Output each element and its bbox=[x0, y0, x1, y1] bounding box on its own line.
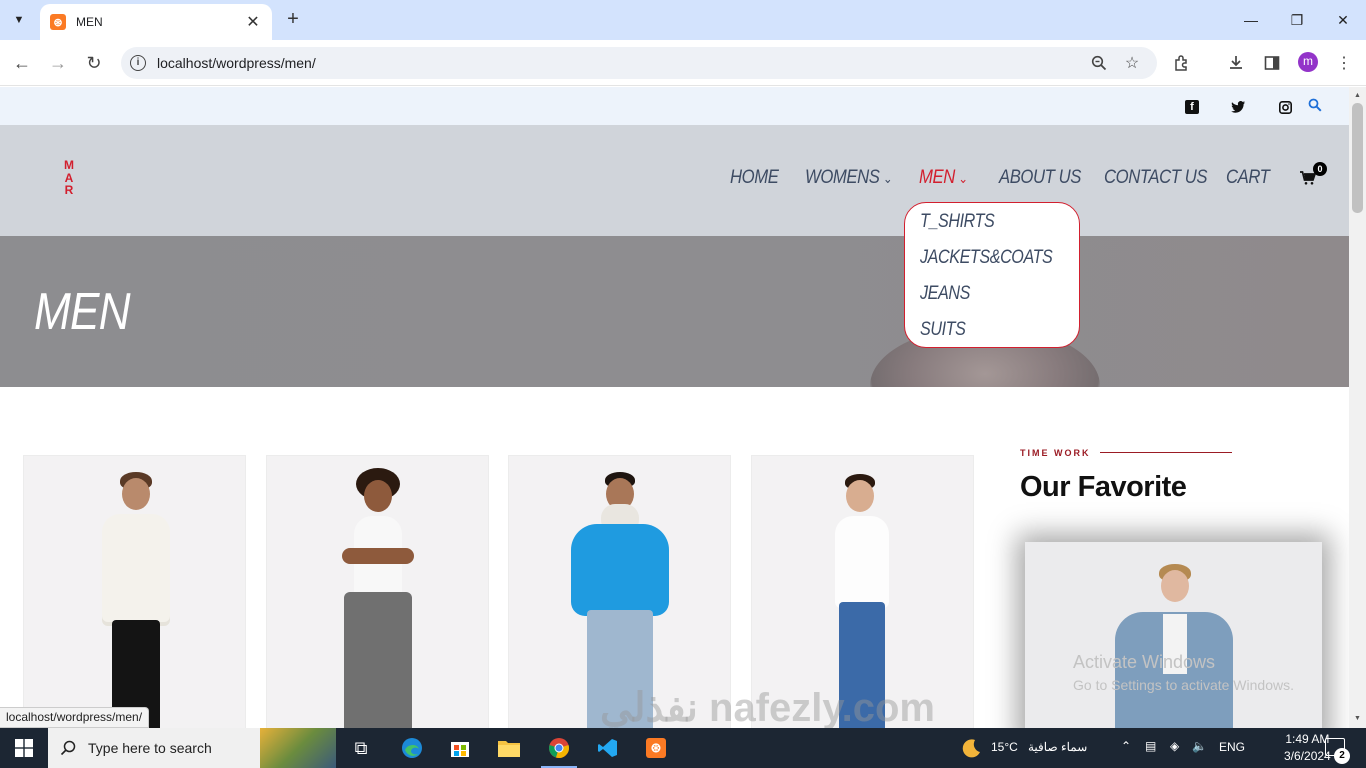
address-url[interactable]: localhost/wordpress/men/ bbox=[157, 55, 316, 71]
side-panel-icon[interactable] bbox=[1261, 52, 1283, 74]
scroll-down-arrow-icon[interactable]: ▼ bbox=[1349, 712, 1366, 726]
xampp-icon[interactable]: ⊛ bbox=[642, 734, 670, 762]
vscode-icon[interactable] bbox=[594, 734, 622, 762]
product-card[interactable] bbox=[23, 455, 246, 728]
page-title: MEN bbox=[34, 283, 131, 341]
new-tab-button[interactable]: + bbox=[282, 8, 304, 30]
logo-letter: M bbox=[64, 158, 74, 172]
clock-date: 3/6/2024 bbox=[1284, 749, 1331, 763]
page-scrollbar[interactable]: ▲ ▼ bbox=[1349, 87, 1366, 728]
minimize-button[interactable]: — bbox=[1228, 0, 1274, 40]
instagram-icon[interactable] bbox=[1278, 100, 1292, 114]
bookmark-star-icon[interactable]: ☆ bbox=[1121, 52, 1143, 74]
dropdown-item-jeans[interactable]: JEANS bbox=[920, 283, 970, 305]
chrome-browser-icon[interactable] bbox=[541, 734, 577, 768]
clock-time: 1:49 AM bbox=[1285, 732, 1330, 746]
browser-tab-bar: ▼ ⊛ MEN ✕ + — ❐ ✕ bbox=[0, 0, 1366, 40]
more-menu-icon[interactable]: ⋮ bbox=[1333, 52, 1355, 74]
facebook-icon[interactable]: f bbox=[1185, 100, 1199, 114]
activate-windows-subtitle: Go to Settings to activate Windows. bbox=[1073, 677, 1294, 693]
input-language[interactable]: ENG bbox=[1219, 740, 1245, 754]
task-view-icon[interactable]: ⧉ bbox=[347, 734, 375, 762]
search-icon bbox=[60, 740, 76, 756]
microsoft-store-icon[interactable] bbox=[446, 734, 474, 762]
page-viewport: f M A R HOME WOMENS ⌄ MEN ⌄ ABOUT US CONTA… bbox=[0, 87, 1349, 728]
close-tab-icon[interactable]: ✕ bbox=[244, 12, 262, 32]
taskbar-clock[interactable]: 1:49 AM 3/6/2024 bbox=[1284, 731, 1331, 765]
site-search-icon[interactable] bbox=[1308, 98, 1322, 112]
nav-about-us[interactable]: ABOUT US bbox=[999, 167, 1081, 189]
chevron-down-icon: ⌄ bbox=[958, 171, 968, 186]
weather-temperature[interactable]: 15°C bbox=[991, 740, 1018, 754]
nav-home[interactable]: HOME bbox=[730, 167, 779, 189]
men-dropdown-menu: T_SHIRTS JACKETS&COATS JEANS SUITS bbox=[904, 202, 1080, 348]
weather-condition[interactable]: سماء صافية bbox=[1028, 740, 1087, 754]
browser-tab[interactable]: ⊛ MEN ✕ bbox=[40, 4, 272, 40]
weather-moon-icon[interactable] bbox=[957, 734, 985, 762]
social-topbar: f bbox=[0, 87, 1349, 125]
extensions-icon[interactable] bbox=[1171, 52, 1193, 74]
chevron-down-icon: ⌄ bbox=[882, 171, 893, 186]
profile-avatar[interactable]: m bbox=[1298, 52, 1318, 72]
site-info-icon[interactable]: i bbox=[130, 55, 146, 71]
network-battery-icon[interactable]: ▤ bbox=[1145, 739, 1156, 753]
wifi-icon[interactable]: ◈ bbox=[1170, 739, 1179, 753]
product-image bbox=[328, 468, 428, 728]
xampp-favicon-icon: ⊛ bbox=[50, 14, 66, 30]
page-hero-banner: MEN bbox=[0, 236, 1349, 387]
product-image bbox=[90, 472, 180, 728]
scroll-thumb[interactable] bbox=[1352, 103, 1363, 213]
nafezly-watermark: نفذلي nafezly.com bbox=[600, 686, 935, 728]
sidebar-title: Our Favorite bbox=[1020, 471, 1187, 503]
edge-browser-icon[interactable] bbox=[398, 734, 426, 762]
show-hidden-icons-chevron-up-icon[interactable]: ⌃ bbox=[1121, 739, 1131, 753]
windows-logo-icon bbox=[15, 739, 33, 757]
nav-men[interactable]: MEN ⌄ bbox=[919, 167, 968, 189]
download-icon[interactable] bbox=[1225, 52, 1247, 74]
start-button[interactable] bbox=[0, 728, 48, 768]
windows-taskbar: Type here to search ⧉ ⊛ 15°C سماء صافية … bbox=[0, 728, 1366, 768]
file-explorer-icon[interactable] bbox=[495, 734, 523, 762]
nav-contact-us[interactable]: CONTACT US bbox=[1104, 167, 1207, 189]
logo-letter: R bbox=[64, 183, 74, 197]
zoom-icon[interactable] bbox=[1088, 52, 1110, 74]
volume-icon[interactable]: 🔈 bbox=[1192, 739, 1207, 753]
taskbar-search-box[interactable]: Type here to search bbox=[48, 728, 336, 768]
sidebar-divider bbox=[1100, 452, 1232, 453]
nav-womens[interactable]: WOMENS ⌄ bbox=[805, 167, 893, 189]
site-header: M A R HOME WOMENS ⌄ MEN ⌄ ABOUT US CONTACT… bbox=[0, 125, 1349, 236]
reload-button[interactable]: ↻ bbox=[80, 49, 108, 77]
close-window-button[interactable]: ✕ bbox=[1320, 0, 1366, 40]
search-highlight-image bbox=[260, 728, 336, 768]
link-status-bar: localhost/wordpress/men/ bbox=[0, 707, 150, 728]
favorite-product-card[interactable] bbox=[1025, 542, 1322, 728]
restore-button[interactable]: ❐ bbox=[1274, 0, 1320, 40]
nav-cart[interactable]: CART bbox=[1226, 167, 1270, 189]
dropdown-item-t-shirts[interactable]: T_SHIRTS bbox=[920, 211, 995, 233]
tab-title: MEN bbox=[76, 15, 103, 29]
favorite-product-image bbox=[1109, 564, 1239, 728]
taskbar-search-placeholder: Type here to search bbox=[88, 740, 212, 756]
site-logo[interactable]: M A R bbox=[62, 159, 76, 197]
activate-windows-title: Activate Windows bbox=[1073, 652, 1216, 672]
tab-search-button[interactable]: ▼ bbox=[6, 7, 32, 33]
back-button[interactable]: ← bbox=[8, 49, 36, 77]
notification-count-badge: 2 bbox=[1334, 748, 1350, 764]
forward-button[interactable]: → bbox=[44, 49, 72, 77]
dropdown-item-suits[interactable]: SUITS bbox=[920, 319, 966, 341]
twitter-icon[interactable] bbox=[1231, 100, 1245, 114]
sidebar-section-label: TIME WORK bbox=[1020, 448, 1091, 458]
cart-icon[interactable] bbox=[1300, 171, 1317, 190]
browser-toolbar: ← → ↻ i localhost/wordpress/men/ ☆ m ⋮ bbox=[0, 40, 1366, 86]
product-card[interactable] bbox=[266, 455, 489, 728]
cart-count-badge: 0 bbox=[1313, 162, 1327, 176]
dropdown-item-jackets-coats[interactable]: JACKETS&COATS bbox=[920, 247, 1053, 269]
address-bar[interactable]: i localhost/wordpress/men/ ☆ bbox=[121, 47, 1157, 79]
scroll-up-arrow-icon[interactable]: ▲ bbox=[1349, 89, 1366, 103]
